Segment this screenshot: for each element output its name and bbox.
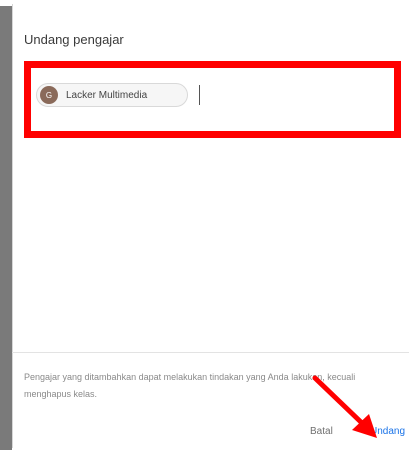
cancel-button[interactable]: Batal <box>310 426 333 437</box>
footer-note: Pengajar yang ditambahkan dapat melakuka… <box>24 372 356 399</box>
invite-button[interactable]: Undang <box>370 426 405 437</box>
dialog-title: Undang pengajar <box>24 32 124 47</box>
footer-divider <box>12 352 409 353</box>
highlight-box <box>24 61 401 138</box>
background-sidebar <box>0 0 12 450</box>
